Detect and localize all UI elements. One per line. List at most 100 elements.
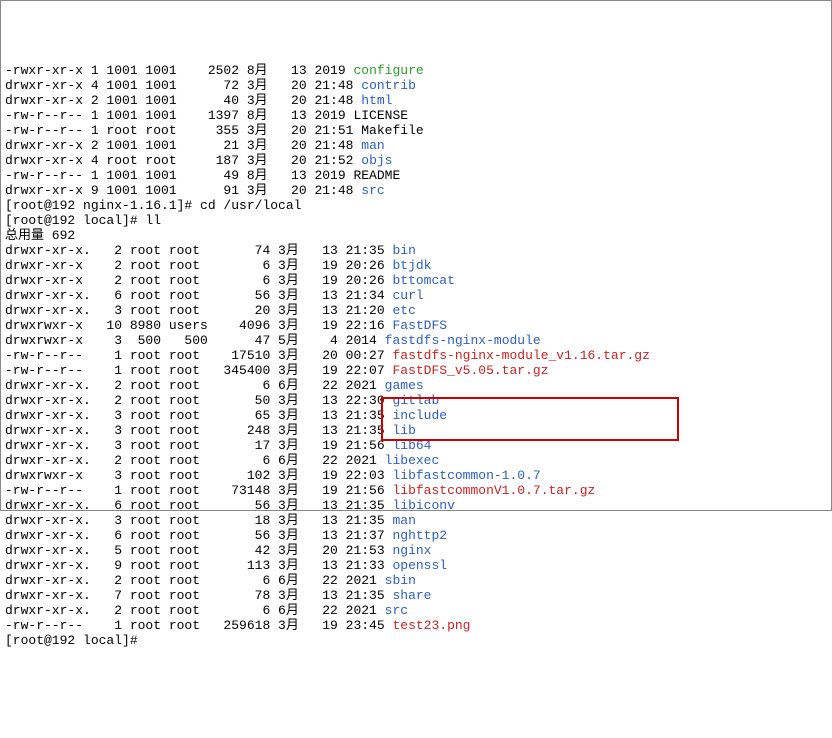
file-perms: drwxr-xr-x. 2 root root 6 6月 22 2021	[5, 378, 385, 393]
file-perms: -rwxr-xr-x 1 1001 1001 2502 8月 13 2019	[5, 63, 353, 78]
file-entry: drwxr-xr-x. 7 root root 78 3月 13 21:35 s…	[5, 588, 827, 603]
file-name: lib	[392, 423, 415, 438]
file-name: man	[361, 138, 384, 153]
file-name: FastDFS_v5.05.tar.gz	[392, 363, 548, 378]
file-perms: drwxr-xr-x. 5 root root 42 3月 20 21:53	[5, 543, 392, 558]
file-perms: drwxrwxr-x 3 root root 102 3月 19 22:03	[5, 468, 392, 483]
file-name: man	[392, 513, 415, 528]
file-perms: -rw-r--r-- 1 root root 17510 3月 20 00:27	[5, 348, 392, 363]
file-name: curl	[392, 288, 423, 303]
file-name: fastdfs-nginx-module_v1.16.tar.gz	[392, 348, 649, 363]
file-entry: drwxrwxr-x 3 root root 102 3月 19 22:03 l…	[5, 468, 827, 483]
file-entry: drwxr-xr-x. 2 root root 6 6月 22 2021 sbi…	[5, 573, 827, 588]
file-entry: -rw-r--r-- 1 root root 345400 3月 19 22:0…	[5, 363, 827, 378]
file-entry: drwxr-xr-x 9 1001 1001 91 3月 20 21:48 sr…	[5, 183, 827, 198]
file-entry: drwxr-xr-x. 3 root root 18 3月 13 21:35 m…	[5, 513, 827, 528]
file-name: etc	[392, 303, 415, 318]
file-entry: drwxr-xr-x 4 root root 187 3月 20 21:52 o…	[5, 153, 827, 168]
file-perms: -rw-r--r-- 1 root root 73148 3月 19 21:56	[5, 483, 392, 498]
file-name: src	[361, 183, 384, 198]
file-entry: -rw-r--r-- 1 root root 355 3月 20 21:51 M…	[5, 123, 827, 138]
file-perms: -rw-r--r-- 1 root root 355 3月 20 21:51 M…	[5, 123, 424, 138]
file-perms: drwxrwxr-x 3 500 500 47 5月 4 2014	[5, 333, 385, 348]
file-entry: drwxr-xr-x. 2 root root 6 6月 22 2021 lib…	[5, 453, 827, 468]
file-perms: -rw-r--r-- 1 1001 1001 1397 8月 13 2019 L…	[5, 108, 408, 123]
file-entry: drwxr-xr-x 2 1001 1001 40 3月 20 21:48 ht…	[5, 93, 827, 108]
file-perms: drwxr-xr-x. 9 root root 113 3月 13 21:33	[5, 558, 392, 573]
file-entry: drwxr-xr-x. 3 root root 65 3月 13 21:35 i…	[5, 408, 827, 423]
file-name: libexec	[385, 453, 440, 468]
file-perms: drwxr-xr-x. 6 root root 56 3月 13 21:34	[5, 288, 392, 303]
file-entry: drwxr-xr-x. 5 root root 42 3月 20 21:53 n…	[5, 543, 827, 558]
file-perms: drwxr-xr-x 2 1001 1001 21 3月 20 21:48	[5, 138, 361, 153]
file-perms: drwxr-xr-x. 3 root root 18 3月 13 21:35	[5, 513, 392, 528]
file-perms: drwxr-xr-x 9 1001 1001 91 3月 20 21:48	[5, 183, 361, 198]
file-perms: drwxr-xr-x. 6 root root 56 3月 13 21:37	[5, 528, 392, 543]
file-name: src	[385, 603, 408, 618]
file-perms: drwxr-xr-x. 3 root root 65 3月 13 21:35	[5, 408, 392, 423]
file-name: include	[392, 408, 447, 423]
file-name: nghttp2	[392, 528, 447, 543]
file-name: sbin	[385, 573, 416, 588]
file-name: html	[361, 93, 392, 108]
file-perms: drwxr-xr-x. 2 root root 6 6月 22 2021	[5, 603, 385, 618]
file-name: objs	[361, 153, 392, 168]
file-perms: drwxr-xr-x 4 root root 187 3月 20 21:52	[5, 153, 361, 168]
file-name: libfastcommonV1.0.7.tar.gz	[392, 483, 595, 498]
file-perms: drwxr-xr-x 4 1001 1001 72 3月 20 21:48	[5, 78, 361, 93]
file-entry: -rw-r--r-- 1 root root 17510 3月 20 00:27…	[5, 348, 827, 363]
file-name: lib64	[392, 438, 431, 453]
file-perms: -rw-r--r-- 1 root root 345400 3月 19 22:0…	[5, 363, 392, 378]
file-name: fastdfs-nginx-module	[385, 333, 541, 348]
file-entry: drwxr-xr-x. 2 root root 50 3月 13 22:30 g…	[5, 393, 827, 408]
file-entry: drwxr-xr-x. 2 root root 74 3月 13 21:35 b…	[5, 243, 827, 258]
shell-prompt[interactable]: [root@192 nginx-1.16.1]# cd /usr/local	[5, 198, 827, 213]
file-perms: drwxr-xr-x. 7 root root 78 3月 13 21:35	[5, 588, 392, 603]
total-line: 总用量 692	[5, 228, 827, 243]
file-perms: drwxr-xr-x. 3 root root 248 3月 13 21:35	[5, 423, 392, 438]
file-entry: drwxrwxr-x 10 8980 users 4096 3月 19 22:1…	[5, 318, 827, 333]
file-entry: drwxr-xr-x 2 root root 6 3月 19 20:26 btj…	[5, 258, 827, 273]
file-name: gitlab	[392, 393, 439, 408]
file-entry: drwxr-xr-x. 6 root root 56 3月 13 21:34 c…	[5, 288, 827, 303]
file-perms: drwxr-xr-x. 3 root root 17 3月 19 21:56	[5, 438, 392, 453]
file-name: libfastcommon-1.0.7	[392, 468, 540, 483]
file-name: share	[392, 588, 431, 603]
file-perms: drwxr-xr-x. 3 root root 20 3月 13 21:20	[5, 303, 392, 318]
file-entry: drwxr-xr-x 4 1001 1001 72 3月 20 21:48 co…	[5, 78, 827, 93]
file-name: bttomcat	[392, 273, 454, 288]
file-perms: drwxr-xr-x. 2 root root 74 3月 13 21:35	[5, 243, 392, 258]
file-entry: drwxr-xr-x 2 1001 1001 21 3月 20 21:48 ma…	[5, 138, 827, 153]
file-perms: drwxrwxr-x 10 8980 users 4096 3月 19 22:1…	[5, 318, 392, 333]
file-entry: -rw-r--r-- 1 root root 73148 3月 19 21:56…	[5, 483, 827, 498]
file-perms: -rw-r--r-- 1 1001 1001 49 8月 13 2019 REA…	[5, 168, 400, 183]
file-entry: -rwxr-xr-x 1 1001 1001 2502 8月 13 2019 c…	[5, 63, 827, 78]
shell-prompt[interactable]: [root@192 local]# ll	[5, 213, 827, 228]
file-name: configure	[353, 63, 423, 78]
file-name: nginx	[392, 543, 431, 558]
terminal-output: -rwxr-xr-x 1 1001 1001 2502 8月 13 2019 c…	[5, 63, 827, 648]
file-name: FastDFS	[392, 318, 447, 333]
file-entry: -rw-r--r-- 1 1001 1001 1397 8月 13 2019 L…	[5, 108, 827, 123]
shell-prompt[interactable]: [root@192 local]#	[5, 633, 827, 648]
file-perms: drwxr-xr-x 2 root root 6 3月 19 20:26	[5, 273, 392, 288]
file-entry: drwxr-xr-x. 6 root root 56 3月 13 21:37 n…	[5, 528, 827, 543]
file-name: openssl	[392, 558, 447, 573]
file-name: bin	[392, 243, 415, 258]
file-entry: drwxr-xr-x. 3 root root 17 3月 19 21:56 l…	[5, 438, 827, 453]
file-perms: drwxr-xr-x. 2 root root 50 3月 13 22:30	[5, 393, 392, 408]
file-entry: drwxrwxr-x 3 500 500 47 5月 4 2014 fastdf…	[5, 333, 827, 348]
file-entry: drwxr-xr-x. 2 root root 6 6月 22 2021 gam…	[5, 378, 827, 393]
file-name: contrib	[361, 78, 416, 93]
file-perms: drwxr-xr-x 2 1001 1001 40 3月 20 21:48	[5, 93, 361, 108]
file-perms: -rw-r--r-- 1 root root 259618 3月 19 23:4…	[5, 618, 392, 633]
file-perms: drwxr-xr-x. 2 root root 6 6月 22 2021	[5, 573, 385, 588]
file-entry: drwxr-xr-x 2 root root 6 3月 19 20:26 btt…	[5, 273, 827, 288]
file-entry: -rw-r--r-- 1 1001 1001 49 8月 13 2019 REA…	[5, 168, 827, 183]
file-entry: drwxr-xr-x. 3 root root 248 3月 13 21:35 …	[5, 423, 827, 438]
file-entry: drwxr-xr-x. 3 root root 20 3月 13 21:20 e…	[5, 303, 827, 318]
file-name: games	[385, 378, 424, 393]
file-entry: -rw-r--r-- 1 root root 259618 3月 19 23:4…	[5, 618, 827, 633]
file-name: test23.png	[392, 618, 470, 633]
file-perms: drwxr-xr-x 2 root root 6 3月 19 20:26	[5, 258, 392, 273]
